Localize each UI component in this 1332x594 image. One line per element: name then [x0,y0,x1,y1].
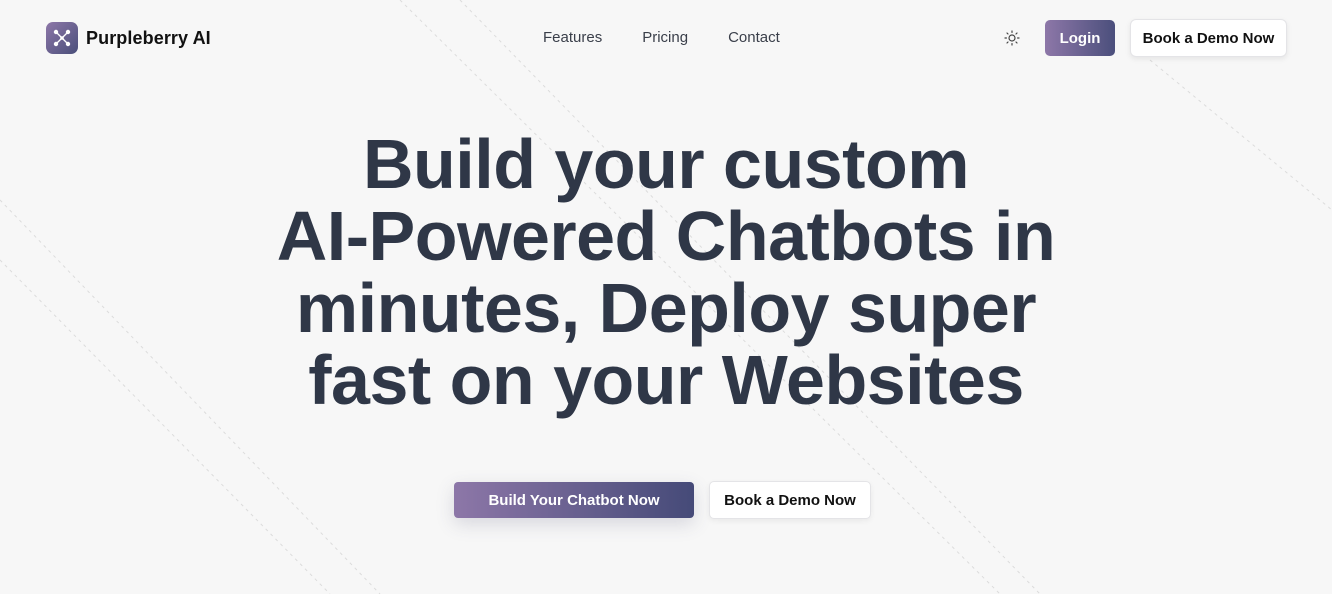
nav-link-contact[interactable]: Contact [728,29,780,46]
hero-headline: Build your custom AI-Powered Chatbots in… [166,128,1166,416]
brand-link[interactable]: Purpleberry AI [46,22,211,54]
nav-link-features[interactable]: Features [543,29,602,46]
hero-headline-line: minutes, Deploy super [295,269,1037,347]
book-demo-nav-button[interactable]: Book a Demo Now [1130,19,1287,57]
hero-headline-line: AI-Powered Chatbots in [276,197,1056,275]
book-demo-hero-button[interactable]: Book a Demo Now [709,481,871,519]
theme-toggle-button[interactable] [1000,26,1024,50]
login-button[interactable]: Login [1045,20,1115,56]
brand-name: Purpleberry AI [86,27,211,48]
build-chatbot-button[interactable]: Build Your Chatbot Now [454,482,694,518]
main-nav: Features Pricing Contact [543,29,820,46]
hero-headline-line: Build your custom [363,125,969,203]
hero-headline-line: fast on your Websites [308,341,1024,419]
landing-page: Purpleberry AI Features Pricing Contact [0,0,1332,594]
sun-icon [1004,30,1020,46]
logo-icon [46,22,78,54]
top-navbar: Purpleberry AI Features Pricing Contact [0,0,1332,76]
nav-link-pricing[interactable]: Pricing [642,29,688,46]
